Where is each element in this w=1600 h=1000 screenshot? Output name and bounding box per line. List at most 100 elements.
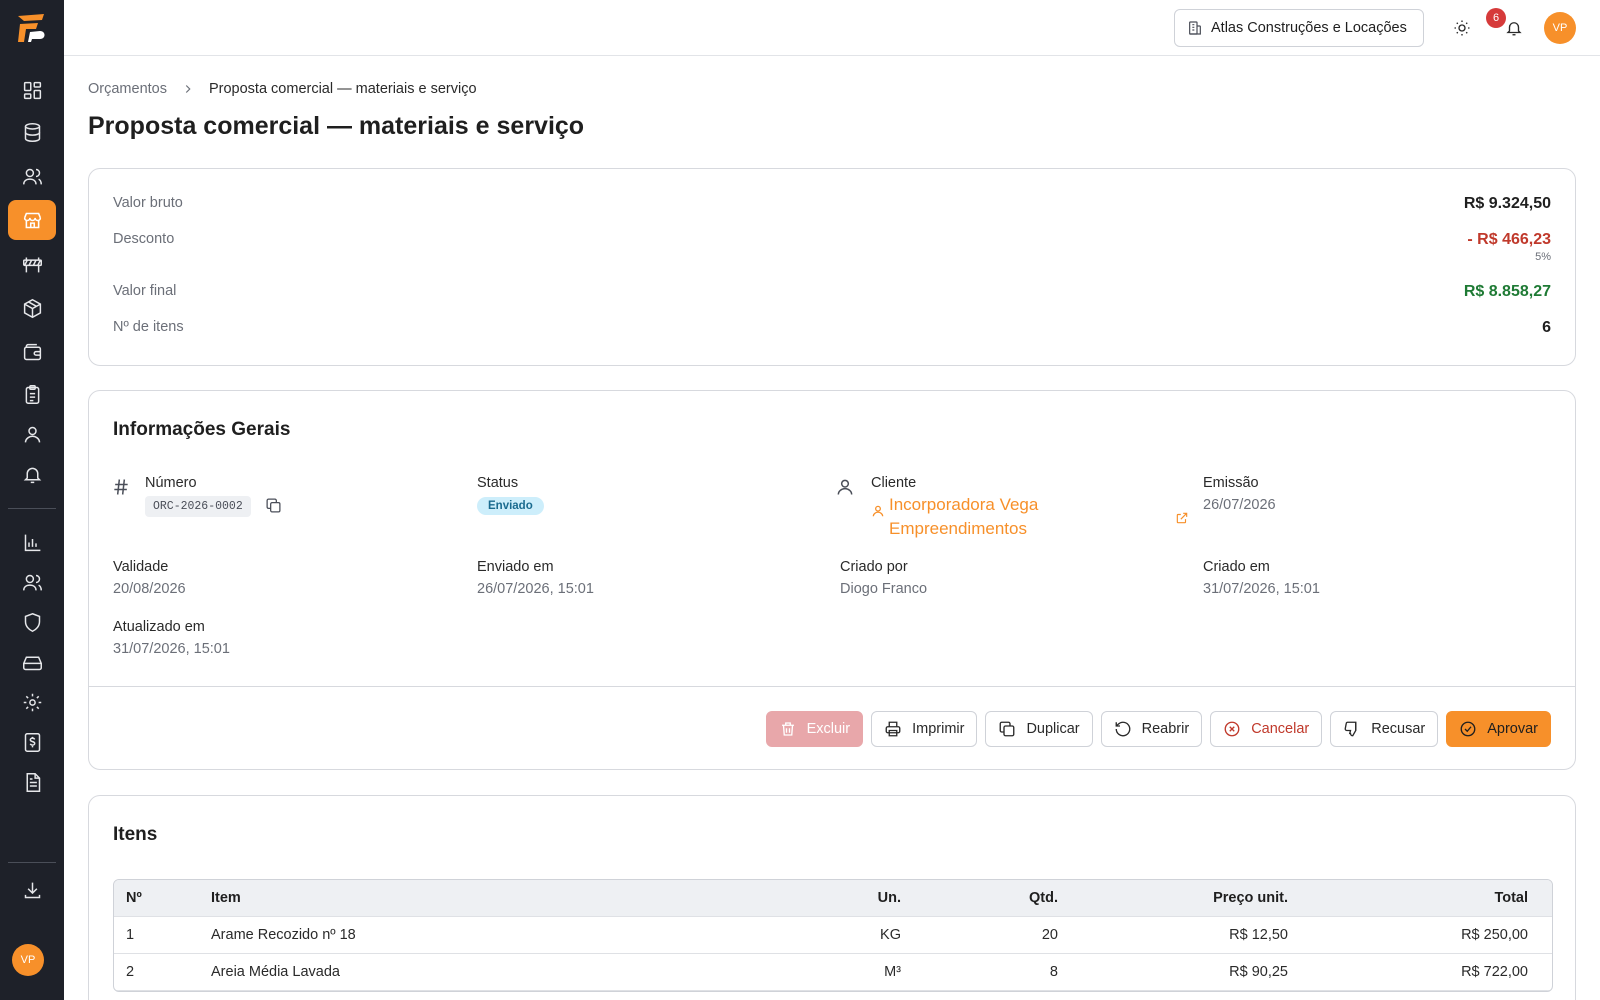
cancel-label: Cancelar bbox=[1251, 721, 1310, 737]
gear-icon bbox=[23, 693, 41, 711]
nav-tasks[interactable] bbox=[8, 374, 56, 414]
reopen-label: Reabrir bbox=[1141, 721, 1190, 737]
number-chip: ORC-2026-0002 bbox=[145, 496, 251, 517]
nav-notifications[interactable] bbox=[8, 454, 56, 494]
field-number: Número ORC-2026-0002 bbox=[145, 475, 251, 517]
notification-count-badge: 6 bbox=[1486, 8, 1506, 28]
field-updated-at: Atualizado em 31/07/2026, 15:01 bbox=[113, 619, 230, 657]
bar-chart-icon bbox=[24, 534, 40, 551]
cell-total: R$ 722,00 bbox=[1461, 964, 1528, 980]
nav-wallet[interactable] bbox=[8, 332, 56, 372]
breadcrumb-parent-link[interactable]: Orçamentos bbox=[88, 81, 167, 97]
cell-quantity: 20 bbox=[1041, 927, 1058, 943]
issue-value: 26/07/2026 bbox=[1203, 497, 1276, 513]
duplicate-button[interactable]: Duplicar bbox=[985, 711, 1093, 747]
validity-value: 20/08/2026 bbox=[113, 581, 186, 597]
road-barrier-icon bbox=[22, 257, 42, 272]
check-circle-icon bbox=[1460, 721, 1476, 737]
trash-icon bbox=[781, 722, 794, 736]
gross-label: Valor bruto bbox=[113, 195, 183, 211]
thumbs-down-icon bbox=[1344, 721, 1357, 737]
discount-label: Desconto bbox=[113, 231, 175, 247]
print-label: Imprimir bbox=[912, 721, 965, 737]
cell-unit-price: R$ 12,50 bbox=[1229, 927, 1288, 943]
cell-unit-price: R$ 90,25 bbox=[1229, 964, 1288, 980]
created-by-value: Diogo Franco bbox=[840, 581, 928, 597]
nav-reports[interactable] bbox=[8, 522, 56, 562]
nav-settings[interactable] bbox=[8, 682, 56, 722]
nav-dashboard[interactable] bbox=[8, 70, 56, 110]
items-card: Itens Nº Item Un. Qtd. Preço unit. Total… bbox=[88, 795, 1576, 1000]
client-link-row[interactable]: Incorporadora Vega Empreendimentos bbox=[871, 493, 1191, 541]
approve-button[interactable]: Aprovar bbox=[1446, 711, 1551, 747]
discount-value: - R$ 466,23 bbox=[1467, 231, 1551, 248]
print-button[interactable]: Imprimir bbox=[871, 711, 978, 747]
nav-documents[interactable] bbox=[8, 762, 56, 802]
package-icon bbox=[23, 298, 41, 318]
table-row[interactable]: 1 Arame Recozido nº 18 KG 20 R$ 12,50 R$… bbox=[114, 917, 1552, 954]
copy-icon bbox=[1000, 721, 1015, 737]
delete-label: Excluir bbox=[806, 721, 851, 737]
copy-icon[interactable] bbox=[265, 497, 282, 514]
field-client: Cliente Incorporadora Vega Empreendiment… bbox=[871, 475, 1191, 541]
clipboard-icon bbox=[25, 384, 39, 404]
status-label: Status bbox=[477, 475, 519, 491]
refuse-button[interactable]: Recusar bbox=[1330, 711, 1439, 747]
reopen-button[interactable]: Reabrir bbox=[1100, 711, 1203, 747]
column-header[interactable]: Item bbox=[211, 890, 771, 906]
x-circle-icon bbox=[1224, 721, 1240, 737]
column-header[interactable]: Total bbox=[1288, 890, 1540, 906]
document-icon bbox=[26, 772, 40, 792]
users-icon bbox=[22, 168, 42, 184]
column-header[interactable]: Preço unit. bbox=[1058, 890, 1288, 906]
card-divider bbox=[89, 686, 1575, 687]
client-link[interactable]: Incorporadora Vega Empreendimentos bbox=[889, 493, 1079, 541]
nav-finance[interactable] bbox=[8, 722, 56, 762]
nav-database[interactable] bbox=[8, 112, 56, 152]
nav-download[interactable] bbox=[8, 870, 56, 910]
nav-clients[interactable] bbox=[8, 156, 56, 196]
nav-team[interactable] bbox=[8, 562, 56, 602]
breadcrumb-current: Proposta comercial — materiais e serviço bbox=[208, 81, 477, 97]
summary-card: Valor bruto R$ 9.324,50 Desconto - R$ 46… bbox=[88, 168, 1576, 366]
field-validity: Validade 20/08/2026 bbox=[113, 559, 186, 597]
bell-icon bbox=[1506, 22, 1522, 36]
column-header[interactable]: Nº bbox=[114, 890, 211, 906]
hash-icon bbox=[114, 479, 128, 495]
updated-label: Atualizado em bbox=[113, 619, 205, 635]
nav-store[interactable] bbox=[8, 200, 56, 240]
field-sent-at: Enviado em 26/07/2026, 15:01 bbox=[477, 559, 594, 597]
section-title: Informações Gerais bbox=[113, 419, 291, 440]
field-created-by: Criado por Diogo Franco bbox=[840, 559, 927, 597]
nav-storage[interactable] bbox=[8, 642, 56, 682]
avatar[interactable]: VP bbox=[1544, 12, 1576, 44]
delete-button[interactable]: Excluir bbox=[765, 711, 864, 747]
user-icon bbox=[837, 479, 853, 495]
printer-icon bbox=[885, 721, 901, 737]
cancel-button[interactable]: Cancelar bbox=[1210, 711, 1323, 747]
duplicate-label: Duplicar bbox=[1026, 721, 1080, 737]
field-status: Status Enviado bbox=[477, 475, 544, 515]
wallet-icon bbox=[23, 343, 41, 360]
dashboard-icon bbox=[23, 81, 41, 99]
refuse-label: Recusar bbox=[1371, 721, 1426, 737]
table-row[interactable]: 2 Areia Média Lavada M³ 8 R$ 90,25 R$ 72… bbox=[114, 954, 1552, 991]
theme-toggle-button[interactable] bbox=[1450, 16, 1474, 40]
app-logo[interactable] bbox=[16, 12, 48, 44]
cell-item: Areia Média Lavada bbox=[211, 964, 340, 980]
approve-label: Aprovar bbox=[1487, 721, 1538, 737]
column-header[interactable]: Un. bbox=[771, 890, 901, 906]
company-selector-button[interactable]: Atlas Construções e Locações bbox=[1174, 9, 1424, 47]
external-link-icon[interactable] bbox=[1175, 511, 1189, 525]
avatar[interactable]: VP bbox=[12, 944, 44, 976]
nav-barrier[interactable] bbox=[8, 244, 56, 284]
cell-unit: KG bbox=[880, 927, 901, 943]
top-header: Atlas Construções e Locações 6 VP bbox=[64, 0, 1600, 56]
number-label: Número bbox=[145, 475, 197, 491]
gross-value: R$ 9.324,50 bbox=[1463, 195, 1551, 212]
nav-products[interactable] bbox=[8, 288, 56, 328]
nav-profile[interactable] bbox=[8, 414, 56, 454]
building-icon bbox=[1189, 21, 1201, 35]
column-header[interactable]: Qtd. bbox=[901, 890, 1058, 906]
nav-security[interactable] bbox=[8, 602, 56, 642]
